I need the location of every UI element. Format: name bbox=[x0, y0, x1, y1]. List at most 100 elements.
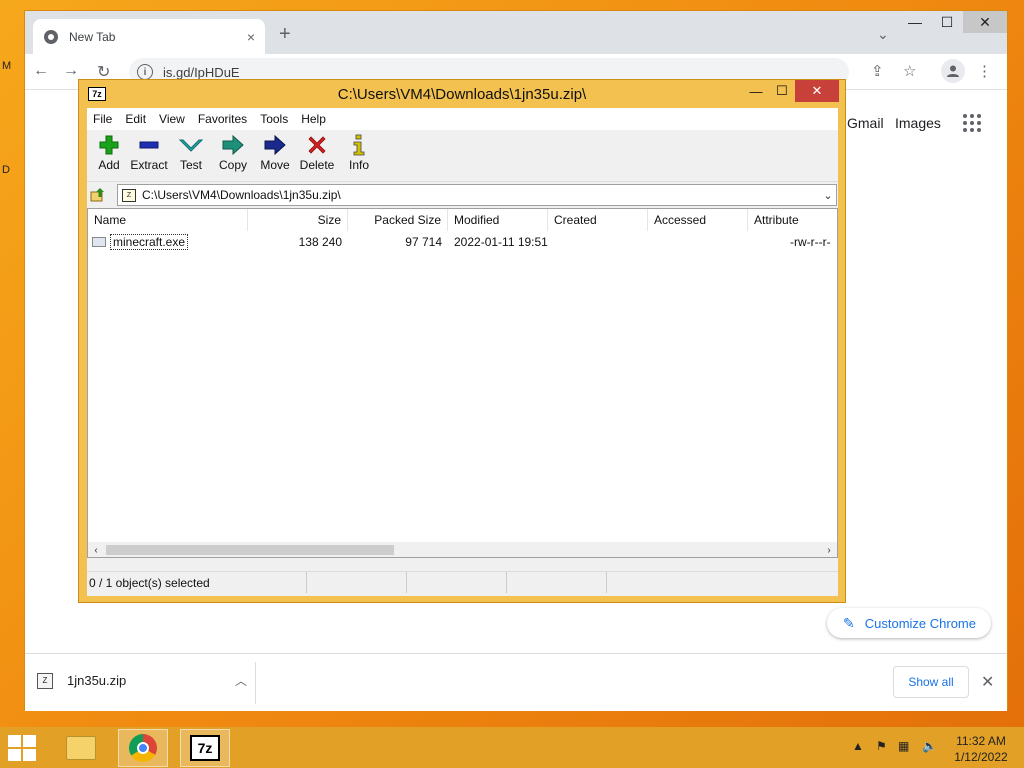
column-header-accessed[interactable]: Accessed bbox=[648, 209, 748, 231]
path-field[interactable]: Z C:\Users\VM4\Downloads\1jn35u.zip\ ⌄ bbox=[117, 184, 837, 206]
scroll-left-icon[interactable]: ‹ bbox=[88, 542, 104, 557]
menu-dots-icon[interactable]: ⋮ bbox=[977, 62, 992, 80]
divider bbox=[255, 662, 256, 704]
menu-favorites[interactable]: Favorites bbox=[198, 112, 247, 126]
column-header-attributes[interactable]: Attribute bbox=[748, 209, 837, 231]
menu-file[interactable]: File bbox=[93, 112, 112, 126]
move-button[interactable]: Move bbox=[253, 134, 297, 172]
file-name-cell: minecraft.exe bbox=[92, 233, 189, 251]
close-icon[interactable]: × bbox=[247, 29, 255, 45]
copy-button[interactable]: Copy bbox=[211, 134, 255, 172]
show-hidden-icons-icon[interactable]: ▲ bbox=[852, 739, 864, 753]
url-text: is.gd/IpHDuE bbox=[163, 64, 240, 80]
column-header-created[interactable]: Created bbox=[548, 209, 648, 231]
maximize-button[interactable]: ☐ bbox=[769, 80, 795, 102]
file-explorer-taskbar-button[interactable] bbox=[56, 729, 106, 767]
status-cell bbox=[407, 572, 507, 593]
desktop-label-fragment: D bbox=[2, 164, 10, 176]
forward-arrow-icon[interactable]: → bbox=[63, 62, 79, 80]
tab-new-tab[interactable]: New Tab × bbox=[33, 19, 265, 54]
file-name: minecraft.exe bbox=[110, 234, 189, 250]
extract-label: Extract bbox=[130, 158, 168, 172]
path-text: C:\Users\VM4\Downloads\1jn35u.zip\ bbox=[142, 188, 341, 202]
gmail-link[interactable]: Gmail bbox=[847, 115, 884, 131]
back-arrow-icon[interactable]: ← bbox=[33, 62, 49, 80]
download-file-name: 1jn35u.zip bbox=[67, 673, 127, 688]
menu-tools[interactable]: Tools bbox=[260, 112, 288, 126]
person-icon bbox=[947, 65, 959, 77]
extract-button[interactable]: Extract bbox=[127, 134, 171, 172]
bookmark-star-icon[interactable]: ☆ bbox=[903, 62, 916, 80]
customize-chrome-button[interactable]: ✎ Customize Chrome bbox=[827, 608, 991, 638]
address-row: Z C:\Users\VM4\Downloads\1jn35u.zip\ ⌄ bbox=[87, 184, 838, 206]
copy-arrow-icon bbox=[211, 134, 255, 156]
minimize-button[interactable]: — bbox=[743, 80, 769, 102]
add-button[interactable]: Add bbox=[87, 134, 131, 172]
network-icon[interactable]: ▦ bbox=[898, 739, 909, 753]
toolbar: Add Extract Test Copy Move Delete Info bbox=[87, 130, 838, 182]
file-size: 138 240 bbox=[298, 235, 342, 249]
pencil-icon: ✎ bbox=[843, 614, 855, 631]
menu-edit[interactable]: Edit bbox=[125, 112, 146, 126]
column-header-size[interactable]: Size bbox=[248, 209, 348, 231]
show-all-button[interactable]: Show all bbox=[893, 666, 969, 698]
delete-label: Delete bbox=[299, 158, 335, 172]
apps-grid-icon[interactable] bbox=[963, 114, 981, 132]
scroll-right-icon[interactable]: › bbox=[821, 542, 837, 557]
share-icon[interactable]: ⇪ bbox=[871, 62, 884, 80]
horizontal-scrollbar[interactable]: ‹ › bbox=[88, 542, 837, 557]
new-tab-button[interactable]: + bbox=[279, 23, 291, 46]
status-cell bbox=[307, 572, 407, 593]
move-label: Move bbox=[260, 158, 290, 172]
status-cell bbox=[507, 572, 607, 593]
exe-file-icon bbox=[92, 237, 106, 247]
file-list[interactable]: Name Size Packed Size Modified Created A… bbox=[87, 208, 838, 558]
test-label: Test bbox=[179, 158, 202, 172]
close-window-button[interactable]: ✕ bbox=[963, 11, 1007, 33]
info-icon[interactable]: i bbox=[137, 64, 153, 80]
zip-file-icon: Z bbox=[37, 672, 53, 689]
delete-button[interactable]: Delete bbox=[295, 134, 339, 172]
system-clock[interactable]: 11:32 AM 1/12/2022 bbox=[950, 733, 1012, 765]
title-bar[interactable]: 7z C:\Users\VM4\Downloads\1jn35u.zip\ — … bbox=[79, 80, 845, 108]
chevron-up-icon[interactable]: ︿ bbox=[235, 672, 247, 689]
desktop-label-fragment: M bbox=[2, 60, 12, 72]
info-button[interactable]: Info bbox=[337, 134, 381, 172]
maximize-button[interactable]: ☐ bbox=[931, 11, 963, 33]
menu-view[interactable]: View bbox=[159, 112, 185, 126]
images-link[interactable]: Images bbox=[895, 115, 941, 131]
chevron-down-icon[interactable]: ⌄ bbox=[877, 26, 889, 43]
action-center-flag-icon[interactable]: ⚑ bbox=[876, 739, 887, 753]
taskbar: 7z ▲ ⚑ ▦ 🔈 11:32 AM 1/12/2022 bbox=[0, 727, 1024, 768]
column-header-packed-size[interactable]: Packed Size bbox=[348, 209, 448, 231]
info-icon bbox=[337, 134, 381, 156]
profile-avatar[interactable] bbox=[941, 59, 965, 83]
scroll-thumb[interactable] bbox=[106, 545, 394, 555]
file-attributes: -rw-r--r- bbox=[790, 235, 831, 249]
modified-date: 2022-01-11 19:51 bbox=[454, 235, 548, 249]
7zip-taskbar-button[interactable]: 7z bbox=[180, 729, 230, 767]
test-button[interactable]: Test bbox=[169, 134, 213, 172]
minimize-button[interactable]: — bbox=[899, 11, 931, 33]
windows-start-icon[interactable] bbox=[8, 735, 38, 761]
chevron-down-icon[interactable]: ⌄ bbox=[820, 189, 836, 202]
clock-date: 1/12/2022 bbox=[954, 750, 1008, 764]
packed-size: 97 714 bbox=[405, 235, 442, 249]
chrome-taskbar-button[interactable] bbox=[118, 729, 168, 767]
volume-muted-icon[interactable]: 🔈 bbox=[922, 739, 937, 753]
column-header-modified[interactable]: Modified bbox=[448, 209, 548, 231]
folder-up-icon[interactable] bbox=[87, 184, 109, 206]
close-window-button[interactable]: ✕ bbox=[795, 80, 839, 102]
column-header-name[interactable]: Name bbox=[88, 209, 248, 231]
close-shelf-icon[interactable]: ✕ bbox=[981, 672, 994, 692]
7zip-window: 7z C:\Users\VM4\Downloads\1jn35u.zip\ — … bbox=[78, 79, 846, 603]
chrome-logo-icon bbox=[44, 29, 58, 44]
menu-bar: File Edit View Favorites Tools Help bbox=[87, 108, 838, 130]
download-item[interactable]: Z 1jn35u.zip ︿ bbox=[37, 672, 247, 689]
7zip-logo-icon: 7z bbox=[190, 735, 220, 761]
minus-icon bbox=[127, 134, 171, 156]
add-label: Add bbox=[98, 158, 120, 172]
tab-title: New Tab bbox=[69, 29, 116, 44]
x-icon bbox=[295, 134, 339, 156]
menu-help[interactable]: Help bbox=[301, 112, 326, 126]
